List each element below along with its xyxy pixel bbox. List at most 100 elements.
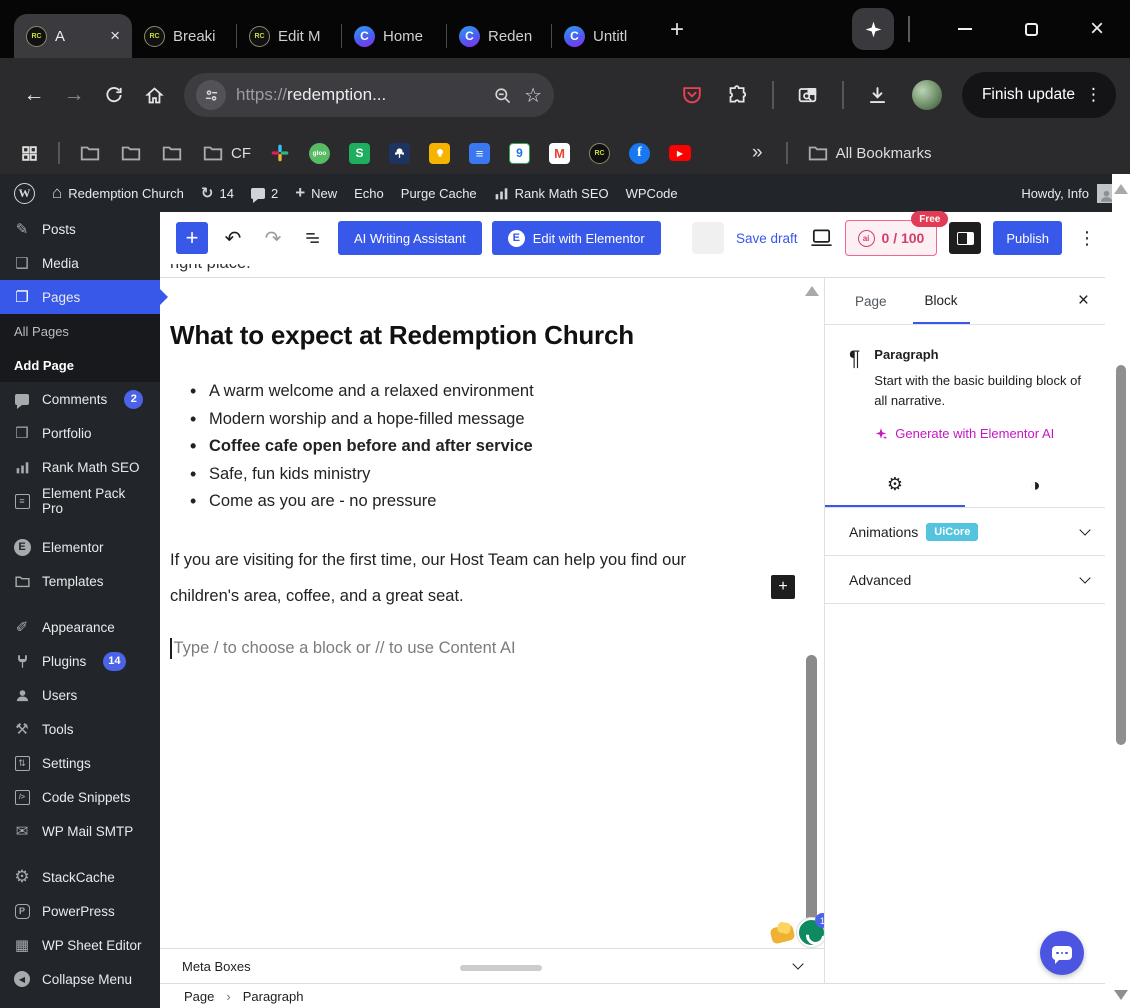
list-item[interactable]: A warm welcome and a relaxed environment [170, 378, 784, 406]
search-tabs-button[interactable] [788, 75, 828, 115]
back-button[interactable]: ← [14, 75, 54, 115]
close-settings-button[interactable]: × [1078, 278, 1089, 324]
url-text[interactable]: https://redemption... [236, 85, 493, 105]
downloads-button[interactable] [858, 75, 898, 115]
sidebar-item-portfolio[interactable]: ❒ Portfolio [0, 416, 160, 450]
page-heading[interactable]: What to expect at Redemption Church [170, 318, 784, 352]
body-paragraph[interactable]: If you are visiting for the first time, … [170, 542, 745, 614]
sidebar-item-wp-mail-smtp[interactable]: ✉ WP Mail SMTP [0, 814, 160, 848]
howdy-menu[interactable]: Howdy, Info [1021, 183, 1116, 203]
bookmark-folder[interactable] [114, 142, 148, 164]
site-name-menu[interactable]: ⌂ Redemption Church [52, 183, 184, 203]
minimize-button[interactable] [932, 0, 998, 58]
apps-grid-button[interactable] [14, 144, 45, 163]
submenu-all-pages[interactable]: All Pages [0, 314, 160, 348]
bookmark-gmail[interactable]: M [543, 142, 576, 164]
chat-widget-mini-icon[interactable]: 1 [797, 913, 830, 947]
sidebar-item-media[interactable]: ❑ Media [0, 246, 160, 280]
maximize-button[interactable] [998, 0, 1064, 58]
sidebar-item-posts[interactable]: ✎ Posts [0, 212, 160, 246]
purge-cache-menu[interactable]: Purge Cache [401, 186, 477, 201]
save-draft-button[interactable]: Save draft [736, 231, 798, 246]
canvas-scrollbar-thumb[interactable] [806, 655, 817, 935]
forward-button[interactable]: → [54, 75, 94, 115]
sidebar-item-tools[interactable]: ⚒ Tools [0, 712, 160, 746]
bookmark-tree-site[interactable] [383, 142, 416, 164]
bookmark-rc[interactable]: RC [583, 142, 616, 164]
sidebar-item-collapse-menu[interactable]: ◀ Collapse Menu [0, 962, 160, 996]
bookmark-folder[interactable] [73, 142, 107, 164]
bookmarks-overflow-chevron[interactable]: » [742, 142, 773, 164]
new-content-menu[interactable]: + New [295, 183, 337, 203]
sidebar-item-code-snippets[interactable]: /> Code Snippets [0, 780, 160, 814]
meta-boxes-chevron-icon[interactable] [792, 958, 804, 970]
generate-with-elementor-ai-link[interactable]: Generate with Elementor AI [874, 426, 1086, 441]
ai-writing-assistant-button[interactable]: AI Writing Assistant [338, 221, 482, 255]
extensions-button[interactable] [718, 75, 758, 115]
bookmark-docs[interactable]: ≡ [463, 142, 496, 164]
tab-page[interactable]: Page [855, 278, 887, 324]
submenu-add-page[interactable]: Add Page [0, 348, 160, 382]
breadcrumb-page[interactable]: Page [184, 989, 214, 1004]
breadcrumb-block[interactable]: Paragraph [243, 989, 304, 1004]
styles-tab[interactable]: ◑ [965, 463, 1105, 507]
add-block-button[interactable]: + [771, 575, 795, 599]
list-item[interactable]: Come as you are - no pressure [170, 488, 784, 516]
sidebar-item-stackcache[interactable]: ⚙ StackCache [0, 860, 160, 894]
reload-button[interactable] [94, 75, 134, 115]
new-tab-button[interactable]: + [670, 16, 684, 44]
bookmark-facebook[interactable]: f [623, 142, 656, 164]
sidebar-item-wp-sheet-editor[interactable]: ▦ WP Sheet Editor [0, 928, 160, 962]
sidebar-item-powerpress[interactable]: P PowerPress [0, 894, 160, 928]
advanced-panel-header[interactable]: Advanced [825, 556, 1105, 605]
comments-menu[interactable]: 2 [250, 186, 278, 203]
tab-edit-m[interactable]: RC Edit M [237, 14, 341, 58]
meta-boxes-panel[interactable]: Meta Boxes [160, 948, 824, 983]
tab-untitled[interactable]: C Untitl [552, 14, 656, 58]
scroll-down-arrow[interactable] [1114, 990, 1128, 1000]
sidebar-item-settings[interactable]: ⇅ Settings [0, 746, 160, 780]
editor-canvas[interactable]: What to expect at Redemption Church A wa… [160, 278, 824, 948]
address-bar[interactable]: https://redemption... ☆ [184, 73, 554, 117]
chat-widget-button[interactable] [1040, 931, 1084, 975]
undo-button[interactable]: ↶ [218, 226, 248, 251]
bookmark-keep[interactable] [423, 142, 456, 164]
scroll-up-arrow[interactable] [1114, 184, 1128, 194]
home-button[interactable] [134, 75, 174, 115]
sidebar-item-templates[interactable]: Templates [0, 564, 160, 598]
bookmark-folder-cf[interactable]: CF [196, 142, 257, 164]
echo-menu[interactable]: Echo [354, 186, 384, 201]
scrollbar-thumb[interactable] [1116, 365, 1126, 745]
gemini-sparkle-button[interactable] [852, 8, 894, 50]
bookmark-calendar[interactable]: 9 [503, 142, 536, 164]
bookmark-gloo[interactable]: gloo [303, 142, 336, 164]
tab-home[interactable]: C Home [342, 14, 446, 58]
pocket-button[interactable] [672, 75, 712, 115]
wpcode-menu[interactable]: WPCode [626, 186, 678, 201]
tab-breaking[interactable]: RC Breaki [132, 14, 236, 58]
meta-boxes-drag-handle[interactable] [460, 965, 542, 971]
bookmark-youtube[interactable]: ▶ [663, 145, 697, 161]
sidebar-item-elementor[interactable]: E Elementor [0, 530, 160, 564]
content-ai-score-button[interactable]: ai 0 / 100 Free [844, 211, 949, 256]
updates-menu[interactable]: ↻ 14 [201, 184, 234, 202]
editor-options-icon[interactable]: ⋮ [1074, 228, 1100, 249]
redo-button[interactable]: ↷ [258, 226, 288, 251]
animations-panel-header[interactable]: Animations UiCore [825, 508, 1105, 557]
profile-avatar[interactable] [911, 80, 942, 110]
sidebar-item-pages[interactable]: ❐ Pages [0, 280, 168, 314]
list-item[interactable]: Coffee cafe open before and after servic… [170, 433, 784, 461]
list-item[interactable]: Modern worship and a hope-filled message [170, 406, 784, 434]
tab-block[interactable]: Block [912, 278, 970, 324]
tab-active[interactable]: RC A × [14, 14, 132, 58]
bookmark-folder[interactable] [155, 142, 189, 164]
bookmark-slack[interactable] [264, 143, 296, 163]
preview-button[interactable] [810, 228, 833, 248]
site-settings-chip[interactable] [196, 80, 226, 110]
list-item[interactable]: Safe, fun kids ministry [170, 461, 784, 489]
sidebar-item-rank-math[interactable]: Rank Math SEO [0, 450, 160, 484]
finish-update-button[interactable]: Finish update ⋮ [961, 72, 1116, 118]
sidebar-item-users[interactable]: Users [0, 678, 160, 712]
settings-sidebar-toggle[interactable] [949, 222, 982, 254]
zoom-out-icon[interactable] [493, 86, 512, 105]
